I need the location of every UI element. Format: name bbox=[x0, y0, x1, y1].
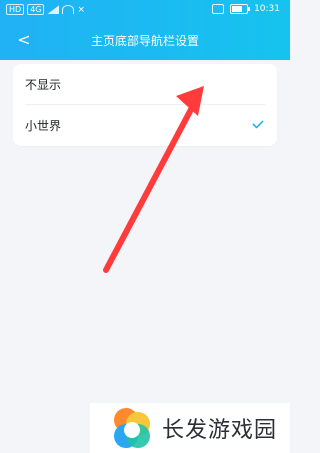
page-title: 主页底部导航栏设置 bbox=[90, 34, 199, 48]
wifi-icon bbox=[62, 5, 75, 14]
signal-icon bbox=[47, 5, 60, 14]
check-icon bbox=[252, 120, 264, 129]
option-label: 小世界 bbox=[25, 118, 62, 133]
battery-icon bbox=[230, 4, 251, 14]
clock-time: 10:31 bbox=[254, 4, 280, 14]
watermark-text: 长发游戏园 bbox=[162, 418, 278, 443]
battery-fill bbox=[232, 6, 242, 12]
option-label: 不显示 bbox=[25, 77, 62, 92]
network-badge: 4G bbox=[27, 4, 45, 15]
watermark-logo bbox=[114, 408, 150, 448]
top-header: HD 4G × 10:31 < 主页底部导航栏设置 bbox=[0, 0, 290, 60]
misc-status-icon: × bbox=[77, 4, 86, 15]
red-arrow-overlay bbox=[103, 86, 204, 273]
hd-badge: HD bbox=[6, 4, 25, 15]
status-right: 10:31 bbox=[212, 4, 280, 14]
watermark: 长发游戏园 bbox=[90, 403, 290, 453]
status-left: HD 4G × bbox=[6, 4, 85, 15]
nav-bar: < 主页底部导航栏设置 bbox=[0, 22, 290, 60]
vibrate-icon bbox=[212, 4, 225, 14]
status-bar: HD 4G × 10:31 bbox=[0, 0, 290, 22]
